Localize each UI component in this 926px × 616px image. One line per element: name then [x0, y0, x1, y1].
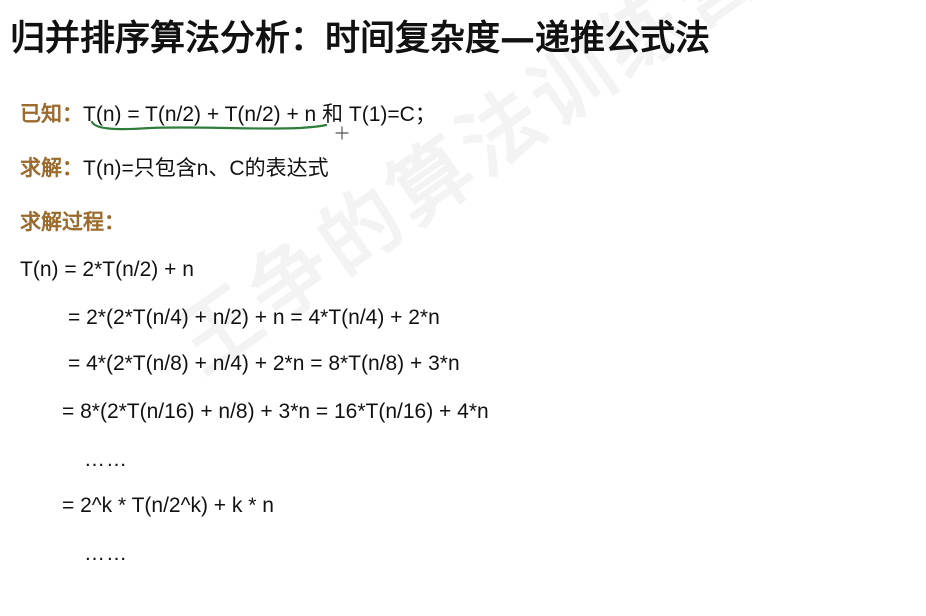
ellipsis: ……	[84, 542, 128, 565]
known-row: 已知：T(n) = T(n/2) + T(n/2) + n 和 T(1)=C；	[20, 98, 436, 128]
plus-mark	[335, 126, 349, 140]
page-title: 归并排序算法分析：时间复杂度—递推公式法	[10, 19, 711, 59]
known-formula: T(n) = T(n/2) + T(n/2) + n 和 T(1)=C；	[83, 103, 436, 126]
ellipsis: ……	[84, 448, 128, 471]
process-label: 求解过程：	[20, 210, 125, 234]
process-row: 求解过程：	[20, 206, 125, 236]
solve-label: 求解：	[20, 156, 83, 180]
derivation-line: = 4*(2*T(n/8) + n/4) + 2*n = 8*T(n/8) + …	[68, 352, 460, 375]
derivation-line: = 2*(2*T(n/4) + n/2) + n = 4*T(n/4) + 2*…	[68, 306, 440, 329]
derivation-line: = 8*(2*T(n/16) + n/8) + 3*n = 16*T(n/16)…	[62, 400, 489, 423]
solve-text: T(n)=只包含n、C的表达式	[83, 157, 329, 180]
solve-row: 求解：T(n)=只包含n、C的表达式	[20, 152, 329, 182]
known-label: 已知：	[20, 102, 83, 126]
derivation-line: T(n) = 2*T(n/2) + n	[20, 258, 194, 281]
derivation-line: = 2^k * T(n/2^k) + k * n	[62, 494, 274, 517]
